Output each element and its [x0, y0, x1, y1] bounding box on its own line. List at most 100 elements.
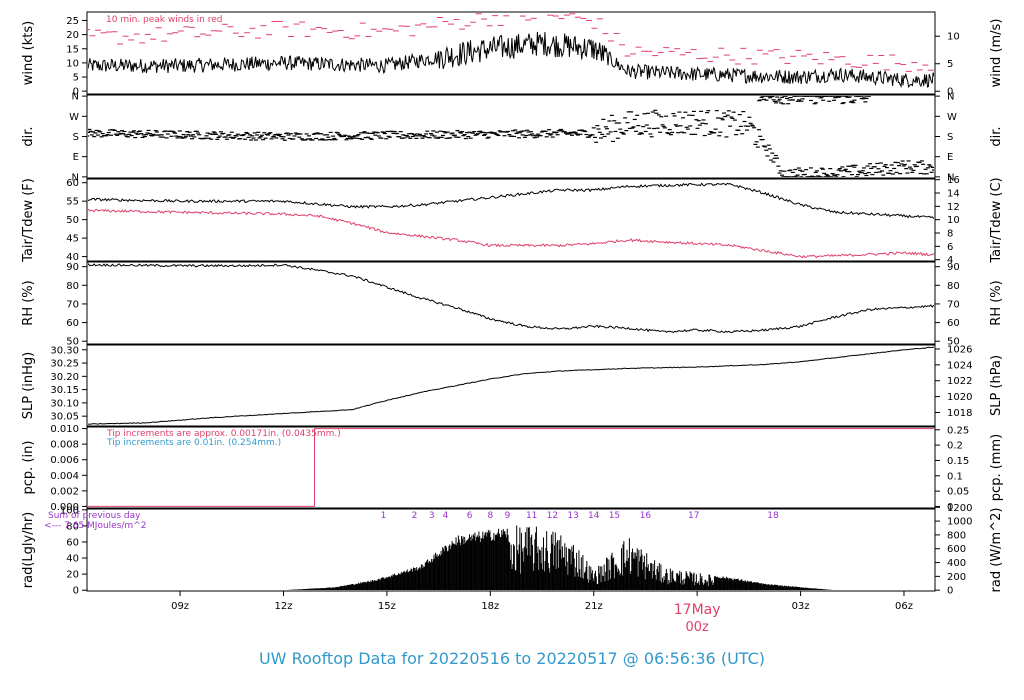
left-tick-label-wind: 5 — [73, 73, 79, 84]
right-tick-label-rh: 70 — [947, 299, 960, 310]
left-tick-label-rad: 40 — [66, 554, 79, 565]
left-tick-label-rad: 60 — [66, 537, 79, 548]
right-axis-label-wind: wind (m/s) — [989, 19, 1004, 88]
time-tick-label: 09z — [171, 601, 189, 612]
left-tick-label-slp: 30.05 — [50, 412, 79, 423]
panel-pcp: 0.0000.0020.0040.0060.0080.01000.050.10.… — [21, 424, 1004, 513]
right-tick-label-dir: W — [947, 112, 957, 123]
rad-annotation: <--- 7.65 MJoules/m^2 — [44, 521, 146, 531]
right-tick-label-temp: 12 — [947, 202, 960, 213]
right-tick-label-pcp: 0.05 — [947, 487, 969, 498]
right-tick-label-pcp: 0.2 — [947, 441, 963, 452]
right-tick-label-temp: 8 — [947, 229, 953, 240]
rad-hour-label: 8 — [487, 511, 493, 521]
left-tick-label-rad: 0 — [73, 586, 79, 597]
left-tick-label-pcp: 0.010 — [50, 424, 79, 435]
left-tick-label-wind: 25 — [66, 16, 79, 27]
right-tick-label-pcp: 0.1 — [947, 471, 963, 482]
left-tick-label-slp: 30.15 — [50, 385, 79, 396]
right-axis-label-rad: rad (W/m^2) — [989, 508, 1004, 593]
series-line-slp-0 — [88, 346, 934, 425]
left-tick-label-temp: 55 — [66, 197, 79, 208]
rad-hour-label: 13 — [567, 511, 578, 521]
left-tick-label-slp: 30.20 — [50, 372, 79, 383]
right-tick-label-rh: 90 — [947, 262, 960, 273]
left-tick-label-pcp: 0.002 — [50, 486, 79, 497]
rad-hour-label: 9 — [505, 511, 511, 521]
chart-title: UW Rooftop Data for 20220516 to 20220517… — [259, 649, 765, 668]
left-axis-label-pcp: pcp. (in) — [21, 441, 36, 495]
plot-area-slp — [88, 346, 934, 425]
left-axis-label-rh: RH (%) — [21, 280, 36, 325]
right-axis-label-temp: Tair/Tdew (C) — [989, 177, 1004, 263]
date-sublabel: 00z — [685, 620, 709, 635]
time-axis: 09z 12z 15z 18z 21z 03z 06z — [171, 591, 913, 612]
rad-hour-label: 18 — [767, 511, 779, 521]
panel-temp: 404550556046810121416Tair/Tdew (F) Tair/T… — [21, 175, 1004, 266]
left-tick-label-wind: 15 — [66, 44, 79, 55]
series-line-rh-0 — [88, 263, 934, 334]
left-tick-label-temp: 50 — [66, 215, 79, 226]
panels-layer: 05101520250510wind (kts) wind (m/s)10 min… — [21, 11, 1004, 597]
rad-hour-label: 3 — [429, 511, 435, 521]
right-tick-label-slp: 1020 — [947, 392, 972, 403]
rad-hour-label: 11 — [526, 511, 537, 521]
time-tick-label: 21z — [585, 601, 603, 612]
rad-hour-label: 17 — [688, 511, 699, 521]
time-tick-label: 06z — [895, 601, 913, 612]
left-tick-label-rh: 60 — [66, 318, 79, 329]
right-tick-label-slp: 1024 — [947, 360, 972, 371]
rad-hour-label: 2 — [412, 511, 418, 521]
right-tick-label-dir: S — [947, 132, 953, 143]
rad-hour-label: 4 — [443, 511, 449, 521]
right-tick-label-rh: 60 — [947, 318, 960, 329]
right-tick-label-slp: 1026 — [947, 344, 972, 355]
rad-hour-label: 16 — [640, 511, 652, 521]
left-tick-label-temp: 60 — [66, 178, 79, 189]
left-tick-label-rad: 20 — [66, 570, 79, 581]
right-tick-label-slp: 1022 — [947, 376, 972, 387]
time-tick-label: 12z — [274, 601, 292, 612]
time-tick-label: 15z — [378, 601, 396, 612]
left-tick-label-rh: 90 — [66, 262, 79, 273]
right-tick-label-rad: 800 — [947, 530, 966, 541]
left-tick-label-temp: 45 — [66, 234, 79, 245]
plot-area-rad — [286, 525, 834, 590]
left-axis-label-rad: rad(Lgly/hr) — [21, 512, 36, 588]
panel-frame-temp — [86, 178, 936, 262]
rad-hour-label: 15 — [609, 511, 620, 521]
right-tick-label-temp: 10 — [947, 215, 960, 226]
series-line-wind — [88, 31, 934, 89]
right-tick-label-dir: N — [947, 92, 954, 103]
right-tick-label-temp: 14 — [947, 189, 960, 200]
right-tick-label-slp: 1018 — [947, 408, 972, 419]
left-tick-label-dir: E — [73, 152, 79, 163]
panel-frame-rh — [86, 261, 936, 345]
rad-hour-label: 12 — [547, 511, 558, 521]
right-tick-label-pcp: 0.25 — [947, 425, 969, 436]
left-tick-label-wind: 10 — [66, 58, 79, 69]
left-tick-label-dir: S — [73, 132, 79, 143]
left-tick-label-rh: 70 — [66, 299, 79, 310]
right-tick-label-rad: 200 — [947, 572, 966, 583]
time-tick-label: 18z — [481, 601, 499, 612]
right-tick-label-rad: 1200 — [947, 503, 972, 514]
panel-frame-slp — [86, 344, 936, 427]
panel-wind: 05101520250510wind (kts) wind (m/s)10 min… — [21, 11, 1004, 98]
rad-hour-label: 14 — [588, 511, 600, 521]
plot-area-rh — [88, 263, 934, 334]
left-axis-label-wind: wind (kts) — [21, 21, 36, 85]
right-axis-label-dir: dir. — [989, 126, 1004, 146]
left-tick-label-dir: N — [72, 92, 79, 103]
left-tick-label-pcp: 0.008 — [50, 440, 79, 451]
rad-annotation: Sum of previous day — [48, 511, 141, 521]
right-tick-label-dir: E — [947, 152, 953, 163]
left-axis-label-dir: dir. — [21, 126, 36, 146]
right-tick-label-rad: 0 — [947, 586, 953, 597]
left-tick-label-pcp: 0.006 — [50, 455, 79, 466]
left-tick-label-slp: 30.30 — [50, 345, 79, 356]
right-tick-label-wind: 10 — [947, 32, 960, 43]
plot-area-temp — [88, 182, 934, 259]
panel-rh: 50607080905060708090RH (%) RH (%) — [21, 261, 1004, 348]
left-axis-label-temp: Tair/Tdew (F) — [21, 178, 36, 263]
